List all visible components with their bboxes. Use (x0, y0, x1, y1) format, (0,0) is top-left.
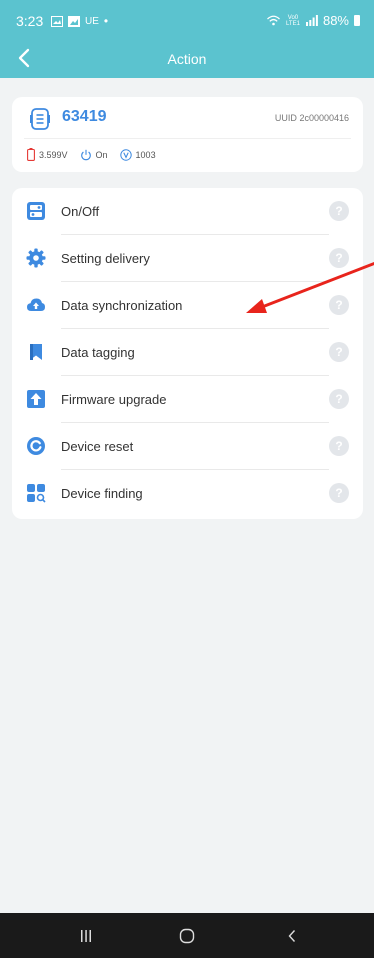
recents-icon (81, 930, 91, 942)
recents-button[interactable] (61, 921, 111, 951)
home-icon (179, 928, 195, 944)
annotation-arrow (246, 261, 374, 313)
back-nav-button[interactable] (267, 921, 317, 951)
back-icon (288, 930, 296, 942)
home-button[interactable] (162, 921, 212, 951)
system-nav-bar (0, 913, 374, 958)
